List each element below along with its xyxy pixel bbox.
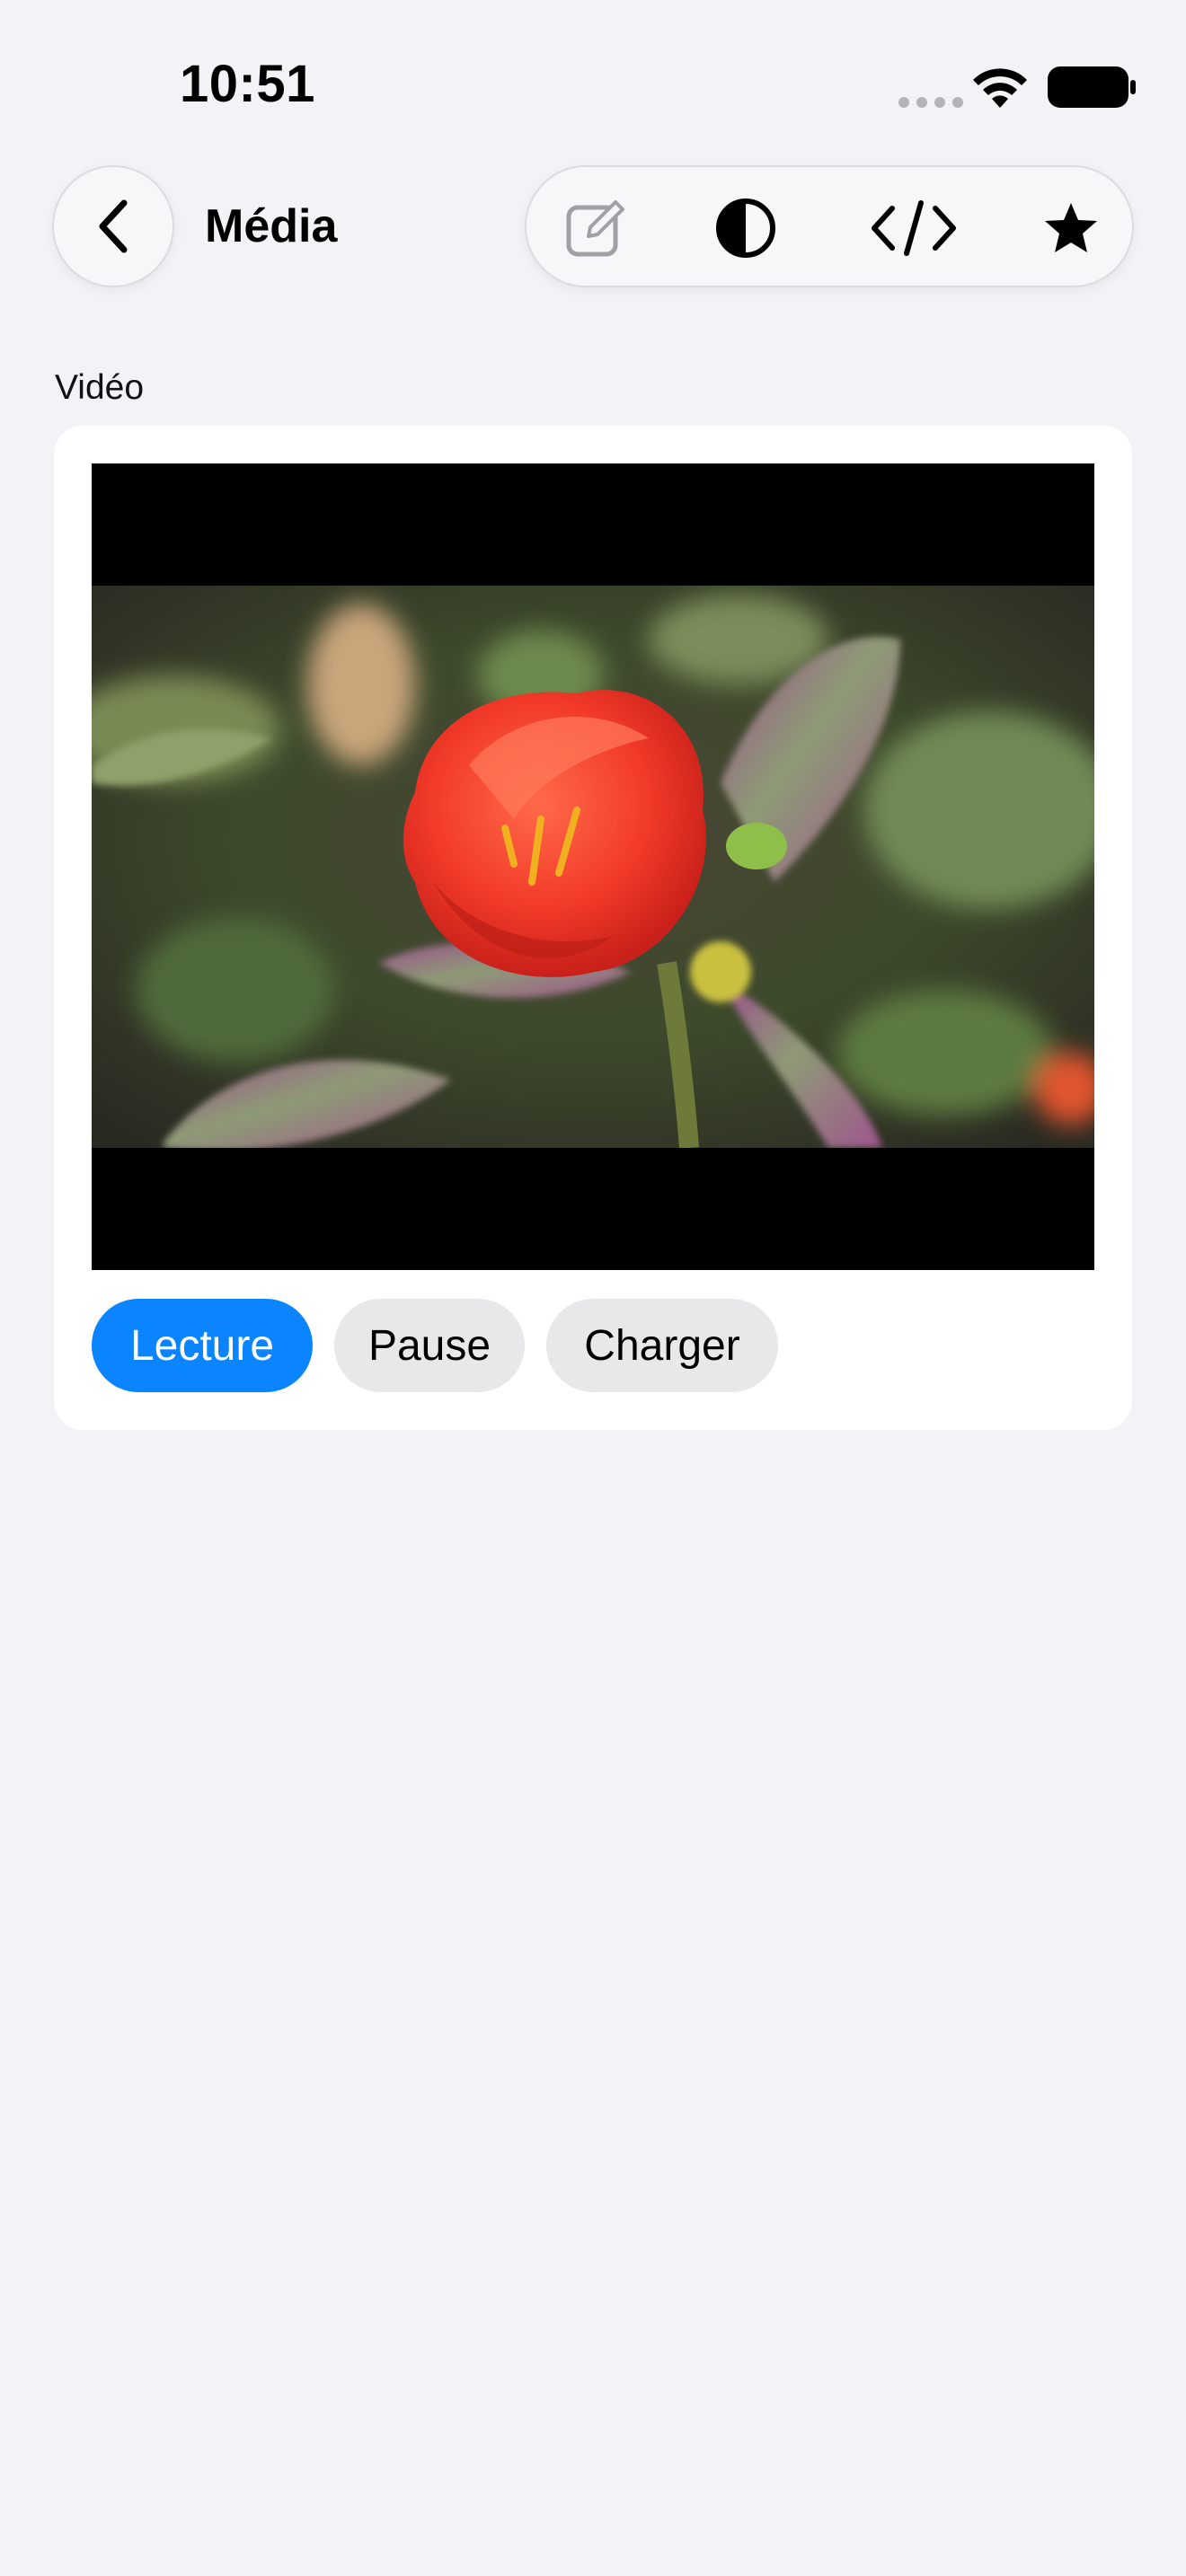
screen: 10:51 Média Vidéo Lecture Pause Charger	[0, 0, 1186, 2576]
video-player[interactable]	[92, 463, 1094, 1270]
section-label: Vidéo	[55, 368, 145, 407]
video-card: Lecture Pause Charger	[54, 426, 1132, 1430]
back-button[interactable]	[52, 165, 174, 287]
star-icon	[1045, 203, 1097, 252]
battery-icon	[1048, 66, 1136, 108]
contrast-button[interactable]	[704, 187, 787, 269]
toolbar	[525, 165, 1134, 287]
contrast-icon	[716, 198, 775, 258]
compose-button[interactable]	[553, 187, 636, 269]
flower-image	[92, 586, 1094, 1148]
page-title: Média	[205, 200, 338, 252]
chevron-left-icon	[99, 199, 128, 253]
play-button[interactable]: Lecture	[92, 1299, 313, 1392]
compose-icon	[566, 200, 624, 257]
wifi-icon	[973, 68, 1027, 108]
video-frame	[92, 586, 1094, 1148]
favorite-button[interactable]	[1030, 187, 1112, 269]
status-time: 10:51	[180, 55, 315, 113]
pause-button[interactable]: Pause	[334, 1299, 525, 1392]
code-button[interactable]	[864, 187, 963, 269]
cellular-signal-icon	[898, 97, 963, 108]
code-icon	[872, 200, 956, 256]
load-button[interactable]: Charger	[546, 1299, 778, 1392]
